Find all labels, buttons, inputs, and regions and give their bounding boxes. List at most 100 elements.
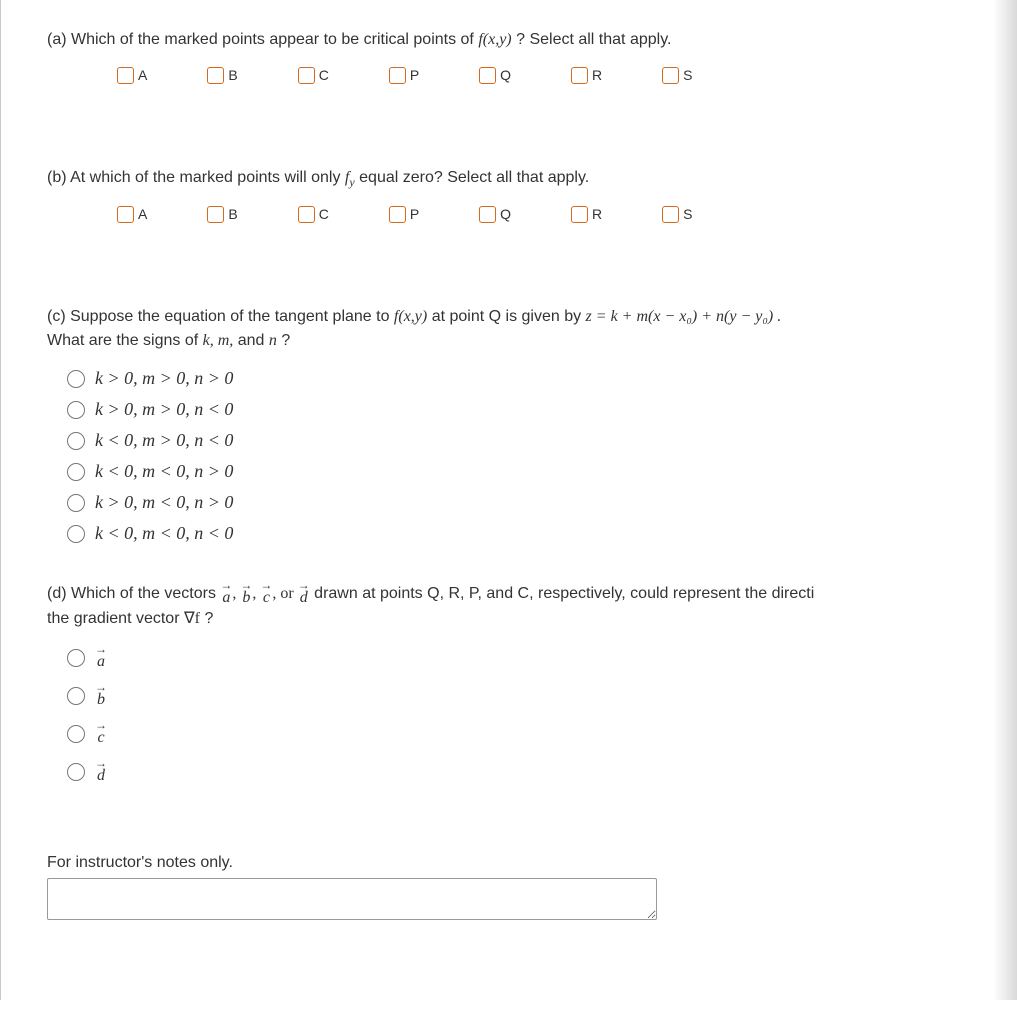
qb-label: C [319,206,329,222]
qb-label: A [138,206,147,222]
qa-option-S[interactable]: S [662,67,692,84]
qa-option-B[interactable]: B [207,67,237,84]
qb-label: R [592,206,602,222]
qc-qmark: ? [281,332,290,349]
qc-option-6[interactable]: k < 0, m < 0, n < 0 [67,523,1017,544]
radio-icon [67,725,85,743]
qc-km: k, m, [203,332,234,349]
qc-label: k > 0, m < 0, n > 0 [95,492,233,513]
qa-options: A B C P Q R S [47,67,1017,84]
qb-option-A[interactable]: A [117,206,147,223]
vec-a: →a [220,582,232,606]
qd-mid: drawn at points Q, R, P, and C, respecti… [314,585,814,602]
qd-option-a[interactable]: →a [67,646,1017,670]
radio-icon [67,649,85,667]
qd-qmark: ? [204,610,213,627]
qd-pre: (d) Which of the vectors [47,585,220,602]
question-b: (b) At which of the marked points will o… [47,166,1017,223]
checkbox-icon [662,206,679,223]
qc-eqn: z = k + m(x − x₀) + n(y − y₀) . [586,308,782,325]
qc-line1-pre: (c) Suppose the equation of the tangent … [47,308,394,325]
checkbox-icon [389,67,406,84]
qd-vec-label: →d [95,760,107,784]
qc-option-5[interactable]: k > 0, m < 0, n > 0 [67,492,1017,513]
vec-letter: b [97,692,105,708]
vec-c: →c [260,582,272,606]
qb-label: P [410,206,419,222]
checkbox-icon [117,206,134,223]
question-a: (a) Which of the marked points appear to… [47,28,1017,84]
qa-option-R[interactable]: R [571,67,602,84]
qc-option-2[interactable]: k > 0, m > 0, n < 0 [67,399,1017,420]
qc-label: k > 0, m > 0, n < 0 [95,399,233,420]
qd-option-c[interactable]: →c [67,722,1017,746]
qa-option-Q[interactable]: Q [479,67,511,84]
arrow-icon: → [95,646,107,652]
checkbox-icon [389,206,406,223]
vec-d: →d [298,582,310,606]
checkbox-icon [298,67,315,84]
checkbox-icon [479,67,496,84]
arrow-icon: → [95,722,107,728]
vec-letter: b [242,590,250,606]
qb-option-P[interactable]: P [389,206,419,223]
qc-label: k < 0, m < 0, n > 0 [95,461,233,482]
qb-option-S[interactable]: S [662,206,692,223]
qd-option-b[interactable]: →b [67,684,1017,708]
qc-option-3[interactable]: k < 0, m > 0, n < 0 [67,430,1017,451]
qc-label: k < 0, m < 0, n < 0 [95,523,233,544]
qc-and: and [238,332,269,349]
qc-line2: What are the signs of [47,332,203,349]
radio-icon [67,370,85,388]
qb-option-Q[interactable]: Q [479,206,511,223]
qb-option-R[interactable]: R [571,206,602,223]
qc-options: k > 0, m > 0, n > 0 k > 0, m > 0, n < 0 … [47,368,1017,544]
checkbox-icon [207,206,224,223]
checkbox-icon [479,206,496,223]
qb-label: S [683,206,692,222]
instructor-notes-section: For instructor's notes only. [47,854,1017,925]
qa-option-A[interactable]: A [117,67,147,84]
qb-text-pre: (b) At which of the marked points will o… [47,169,345,186]
qb-option-B[interactable]: B [207,206,237,223]
vec-letter: d [97,768,105,784]
qa-label: S [683,67,692,83]
qc-label: k < 0, m > 0, n < 0 [95,430,233,451]
qa-option-C[interactable]: C [298,67,329,84]
question-d-prompt: (d) Which of the vectors →a, →b, →c, or … [47,582,1017,632]
arrow-icon: → [220,582,232,588]
qa-option-P[interactable]: P [389,67,419,84]
qa-label: Q [500,67,511,83]
qa-label: A [138,67,147,83]
qd-option-d[interactable]: →d [67,760,1017,784]
qd-vec-label: →b [95,684,107,708]
instructor-notes-input[interactable] [47,878,657,920]
qb-text-post: equal zero? Select all that apply. [359,169,589,186]
qa-text-post: ? Select all that apply. [516,31,671,48]
question-c: (c) Suppose the equation of the tangent … [47,305,1017,545]
qa-label: P [410,67,419,83]
qb-option-C[interactable]: C [298,206,329,223]
vec-letter: a [97,654,105,670]
qd-options: →a →b →c →d [47,646,1017,784]
radio-icon [67,525,85,543]
vec-letter: c [97,730,104,746]
checkbox-icon [117,67,134,84]
qd-line2-pre: the gradient vector [47,610,184,627]
qa-label: B [228,67,237,83]
radio-icon [67,763,85,781]
checkbox-icon [571,67,588,84]
checkbox-icon [662,67,679,84]
qc-option-1[interactable]: k > 0, m > 0, n > 0 [67,368,1017,389]
qb-label: Q [500,206,511,222]
arrow-icon: → [240,582,252,588]
qc-option-4[interactable]: k < 0, m < 0, n > 0 [67,461,1017,482]
qb-fy-sub: y [349,175,354,189]
qc-func: f(x,y) [394,308,427,325]
arrow-icon: → [95,684,107,690]
vec-letter: a [222,590,230,606]
qa-func: f(x,y) [478,31,511,48]
instructor-notes-label: For instructor's notes only. [47,854,1017,872]
checkbox-icon [298,206,315,223]
qa-label: R [592,67,602,83]
